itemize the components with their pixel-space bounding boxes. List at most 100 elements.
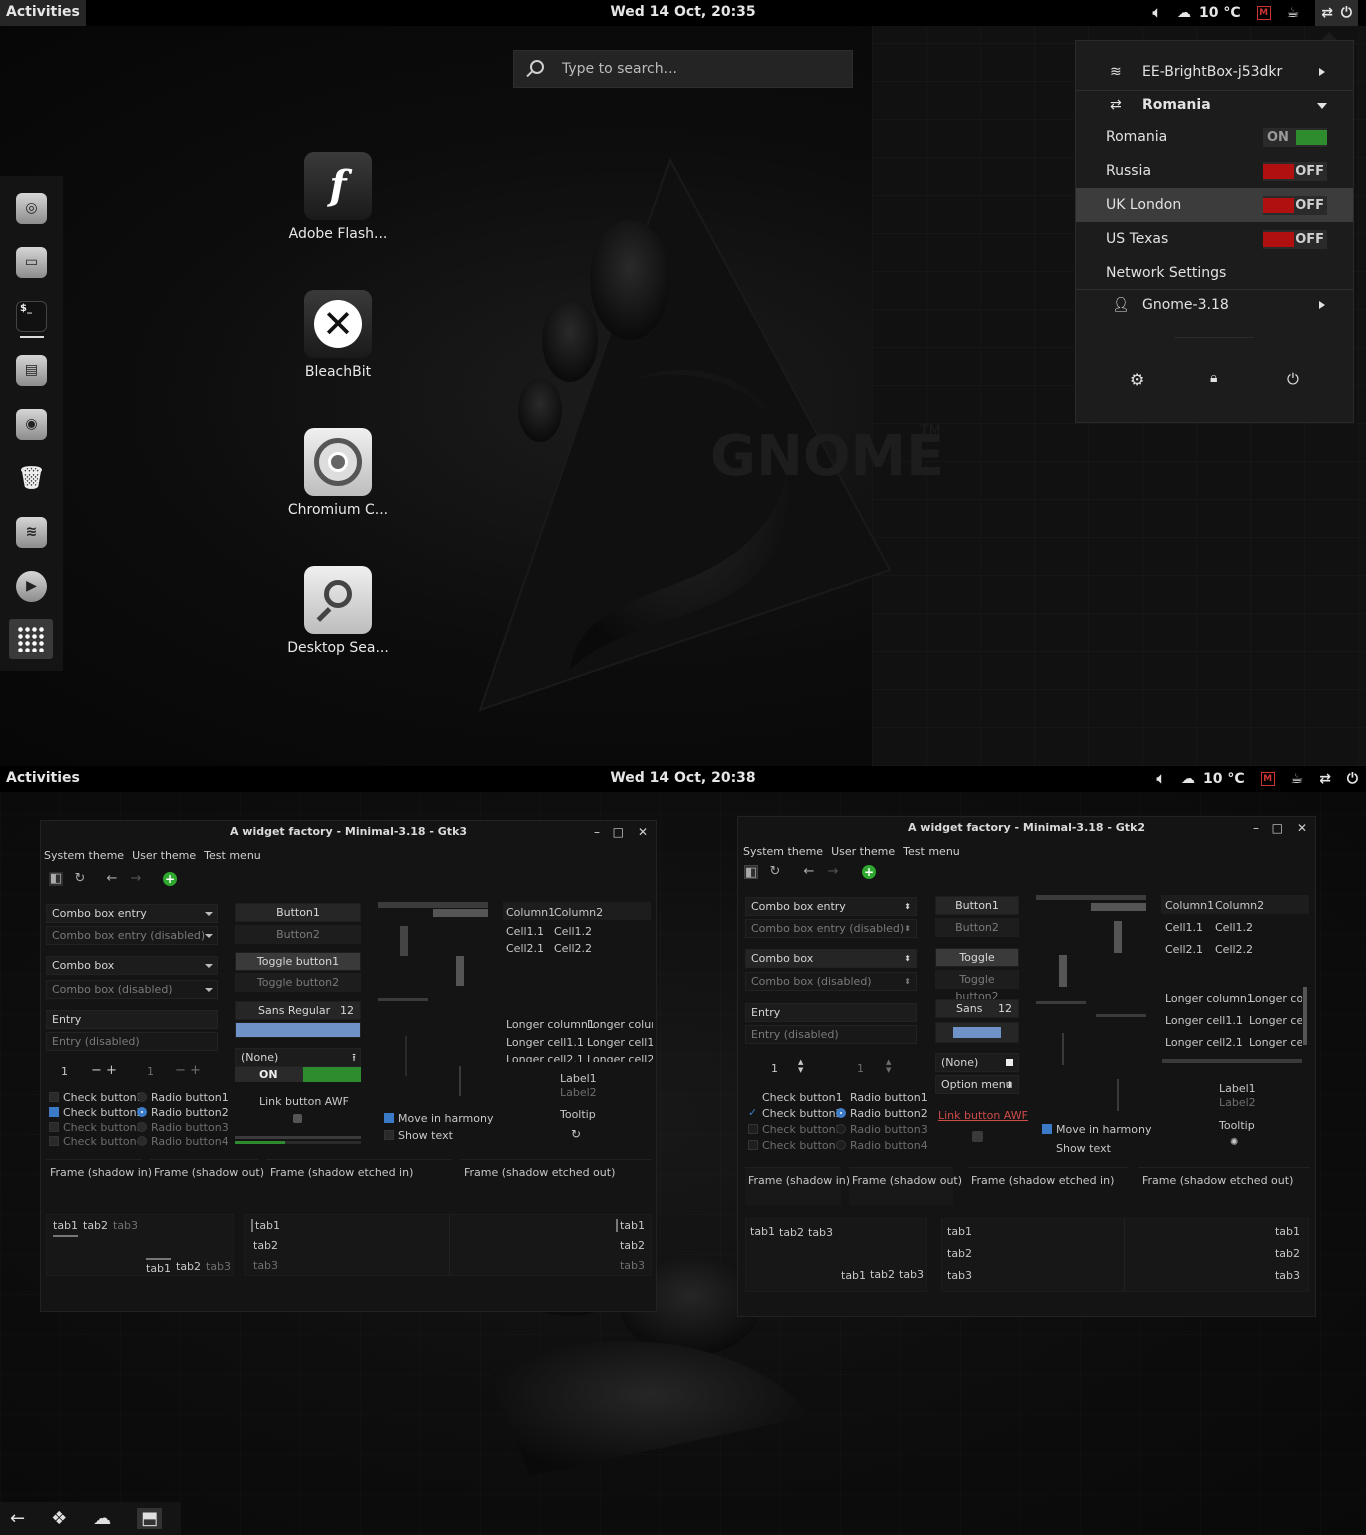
settings-icon[interactable]: ⚙ — [1130, 370, 1144, 389]
network-icon[interactable]: ≋ — [16, 517, 47, 548]
menu-system-theme[interactable]: System theme — [44, 849, 124, 862]
slider-track[interactable] — [378, 998, 428, 1001]
file-chooser-button[interactable]: (None) — [935, 1053, 1019, 1072]
vertical-slider-track[interactable] — [405, 1036, 407, 1076]
tree-cell[interactable]: Longer cell1.1 — [506, 1036, 584, 1049]
temperature-label[interactable]: 10 °C — [1203, 771, 1245, 787]
horizontal-scale[interactable] — [1036, 895, 1146, 900]
chromium-icon[interactable]: ◎ — [16, 193, 47, 224]
tree-cell[interactable]: Longer cell1.1 — [1165, 1014, 1243, 1027]
mail-icon[interactable]: M — [1260, 772, 1275, 786]
vertical-scale[interactable] — [456, 956, 464, 986]
tree-cell[interactable]: Longer cell2. — [587, 1053, 653, 1062]
tree-cell[interactable]: Cell1.1 — [1165, 921, 1203, 934]
check-button-1[interactable]: Check button1 — [748, 1090, 843, 1104]
tab-3[interactable]: tab3 — [947, 1269, 972, 1282]
tab-3[interactable]: tab3 — [253, 1259, 278, 1272]
check-button-1[interactable]: Check button1 — [49, 1090, 144, 1104]
refresh-icon[interactable]: ↻ — [768, 865, 782, 879]
vpn-switch[interactable]: OFF — [1263, 230, 1327, 249]
tab-1[interactable]: tab1 — [251, 1219, 280, 1232]
tree-cell[interactable]: Cell1.2 — [554, 925, 592, 938]
app-desktop-search[interactable]: Desktop Sea... — [278, 566, 398, 656]
menu-user-theme[interactable]: User theme — [831, 845, 895, 858]
vertical-slider-track[interactable] — [459, 1066, 461, 1096]
column-header-2[interactable]: Longer colum — [587, 1018, 653, 1031]
color-button[interactable] — [935, 1022, 1019, 1043]
lock-icon[interactable]: 🔒︎ — [1210, 370, 1217, 386]
control-center-icon[interactable]: ▤ — [16, 355, 47, 386]
spin-button-value[interactable]: 1 — [61, 1065, 68, 1078]
show-text-check[interactable]: Show text — [1042, 1141, 1111, 1155]
temperature-label[interactable]: 10 °C — [1199, 5, 1241, 21]
combo-box[interactable]: Combo box — [46, 956, 218, 975]
link-button[interactable]: Link button AWF — [938, 1109, 1028, 1122]
network-menu-toggle[interactable]: ⇄ ⏻ — [1315, 0, 1358, 26]
minimize-icon[interactable]: – — [594, 825, 600, 839]
column-header-1[interactable]: Longer column1 — [1165, 992, 1254, 1005]
back-icon[interactable]: ← — [105, 872, 119, 886]
activities-button[interactable]: Activities — [0, 766, 86, 792]
tree-cell[interactable]: Cell2.2 — [554, 942, 592, 955]
radio-button-1[interactable]: Radio button1 — [836, 1090, 928, 1104]
column-header-2[interactable]: Column2 — [1215, 899, 1264, 912]
add-icon[interactable]: + — [862, 865, 876, 879]
vertical-scale[interactable] — [1059, 955, 1067, 987]
volume-icon[interactable]: 🔈︎ — [1153, 5, 1161, 21]
long-tree-view[interactable]: Longer column1 Longer colum Longer cell1… — [503, 1014, 653, 1062]
scale-button-icon[interactable] — [293, 1114, 302, 1123]
tab-2[interactable]: tab2 — [870, 1268, 895, 1281]
vpn-icon[interactable]: ⇄ — [1319, 771, 1331, 787]
vertical-scale[interactable] — [400, 926, 408, 956]
column-header-1[interactable]: Column1 — [506, 906, 555, 919]
check-button-2[interactable]: Check button2 — [49, 1105, 144, 1119]
spin-updown-icon[interactable]: ▲ ▼ — [798, 1058, 803, 1074]
combo-box[interactable]: Combo box ⬍ — [745, 949, 917, 968]
tab-3[interactable]: tab3 — [899, 1268, 924, 1281]
switch[interactable]: ON — [235, 1067, 361, 1082]
move-in-harmony-check[interactable]: Move in harmony — [384, 1111, 494, 1125]
close-icon[interactable]: ✕ — [1297, 821, 1307, 835]
disks-icon[interactable]: ◉ — [16, 409, 47, 440]
wifi-item[interactable]: ≋ EE-BrightBox-j53dkr — [1076, 55, 1353, 89]
entry[interactable]: Entry — [46, 1010, 218, 1029]
combo-entry[interactable]: Combo box entry — [46, 904, 218, 923]
tab-3[interactable]: tab3 — [808, 1226, 833, 1239]
radio-button-2[interactable]: Radio button2 — [137, 1105, 229, 1119]
tooltip-label[interactable]: Tooltip — [1219, 1119, 1255, 1132]
radio-button-1[interactable]: Radio button1 — [137, 1090, 229, 1104]
coffee-icon[interactable]: ☕ — [1287, 5, 1300, 21]
toolbar-stop-icon[interactable]: ◧ — [49, 872, 63, 886]
forward-icon[interactable]: → — [826, 865, 840, 879]
back-icon[interactable]: ← — [802, 865, 816, 879]
tab-2[interactable]: tab2 — [1275, 1247, 1300, 1260]
weather-icon[interactable]: ☁ — [1181, 771, 1195, 787]
files-icon[interactable]: ▭ — [16, 247, 47, 278]
vertical-slider-track[interactable] — [1062, 1033, 1064, 1065]
coffee-icon[interactable]: ☕ — [1291, 771, 1304, 787]
maximize-icon[interactable]: □ — [1272, 821, 1283, 835]
tree-cell[interactable]: Cell1.2 — [1215, 921, 1253, 934]
long-tree-view[interactable]: Longer column1 Longer colu Longer cell1.… — [1162, 985, 1302, 1065]
tab-2[interactable]: tab2 — [253, 1239, 278, 1252]
button-1[interactable]: Button1 — [935, 896, 1019, 915]
vertical-scrollbar[interactable] — [1303, 987, 1307, 1045]
terminal-icon[interactable]: $_ — [16, 301, 47, 332]
tab-1[interactable]: tab1 — [750, 1225, 775, 1238]
updown-icon[interactable]: ⬍ — [904, 898, 911, 915]
tab-2[interactable]: tab2 — [620, 1239, 645, 1252]
horizontal-scrollbar[interactable] — [1162, 1059, 1302, 1063]
vertical-slider-track[interactable] — [1117, 1079, 1119, 1111]
app-bleachbit[interactable]: ✕ BleachBit — [278, 290, 398, 380]
refresh-icon[interactable]: ↻ — [73, 872, 87, 886]
font-button[interactable]: Sans Regular 12 — [235, 1001, 361, 1020]
tree-cell[interactable]: Cell2.1 — [506, 942, 544, 955]
archive-icon[interactable]: ⬒ — [137, 1508, 163, 1529]
activities-button[interactable]: Activities — [0, 0, 86, 26]
cloud-upload-icon[interactable]: ☁ — [93, 1508, 111, 1529]
combo-entry[interactable]: Combo box entry ⬍ — [745, 897, 917, 916]
volume-icon[interactable]: 🔈︎ — [1157, 771, 1165, 787]
back-arrow-icon[interactable]: ← — [10, 1508, 25, 1529]
vpn-option-russia[interactable]: Russia OFF — [1076, 154, 1353, 188]
minimize-icon[interactable]: – — [1253, 821, 1259, 835]
